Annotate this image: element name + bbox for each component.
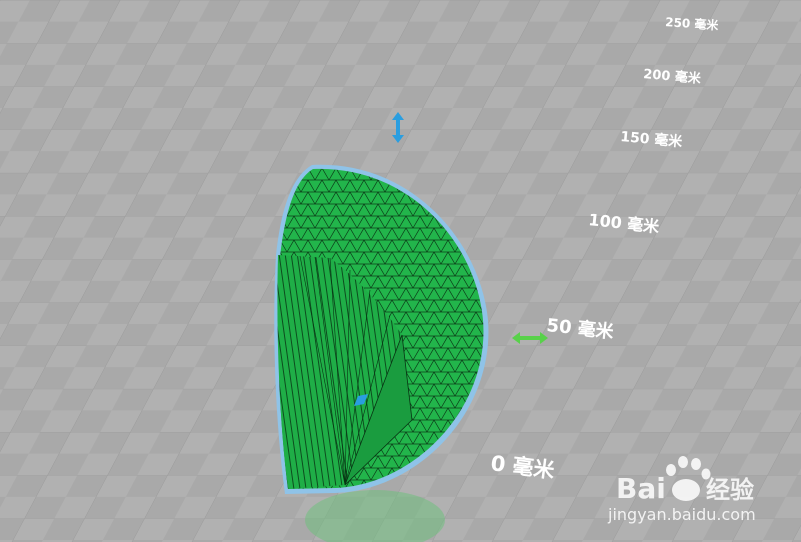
- watermark-brand-suffix: 经验: [706, 476, 754, 504]
- viewport-3d[interactable]: 250 毫米 200 毫米 150 毫米 100 毫米 50 毫米 0 毫米 B…: [0, 0, 801, 542]
- watermark-url: jingyan.baidu.com: [607, 505, 756, 524]
- watermark-brand: Bai: [616, 472, 666, 505]
